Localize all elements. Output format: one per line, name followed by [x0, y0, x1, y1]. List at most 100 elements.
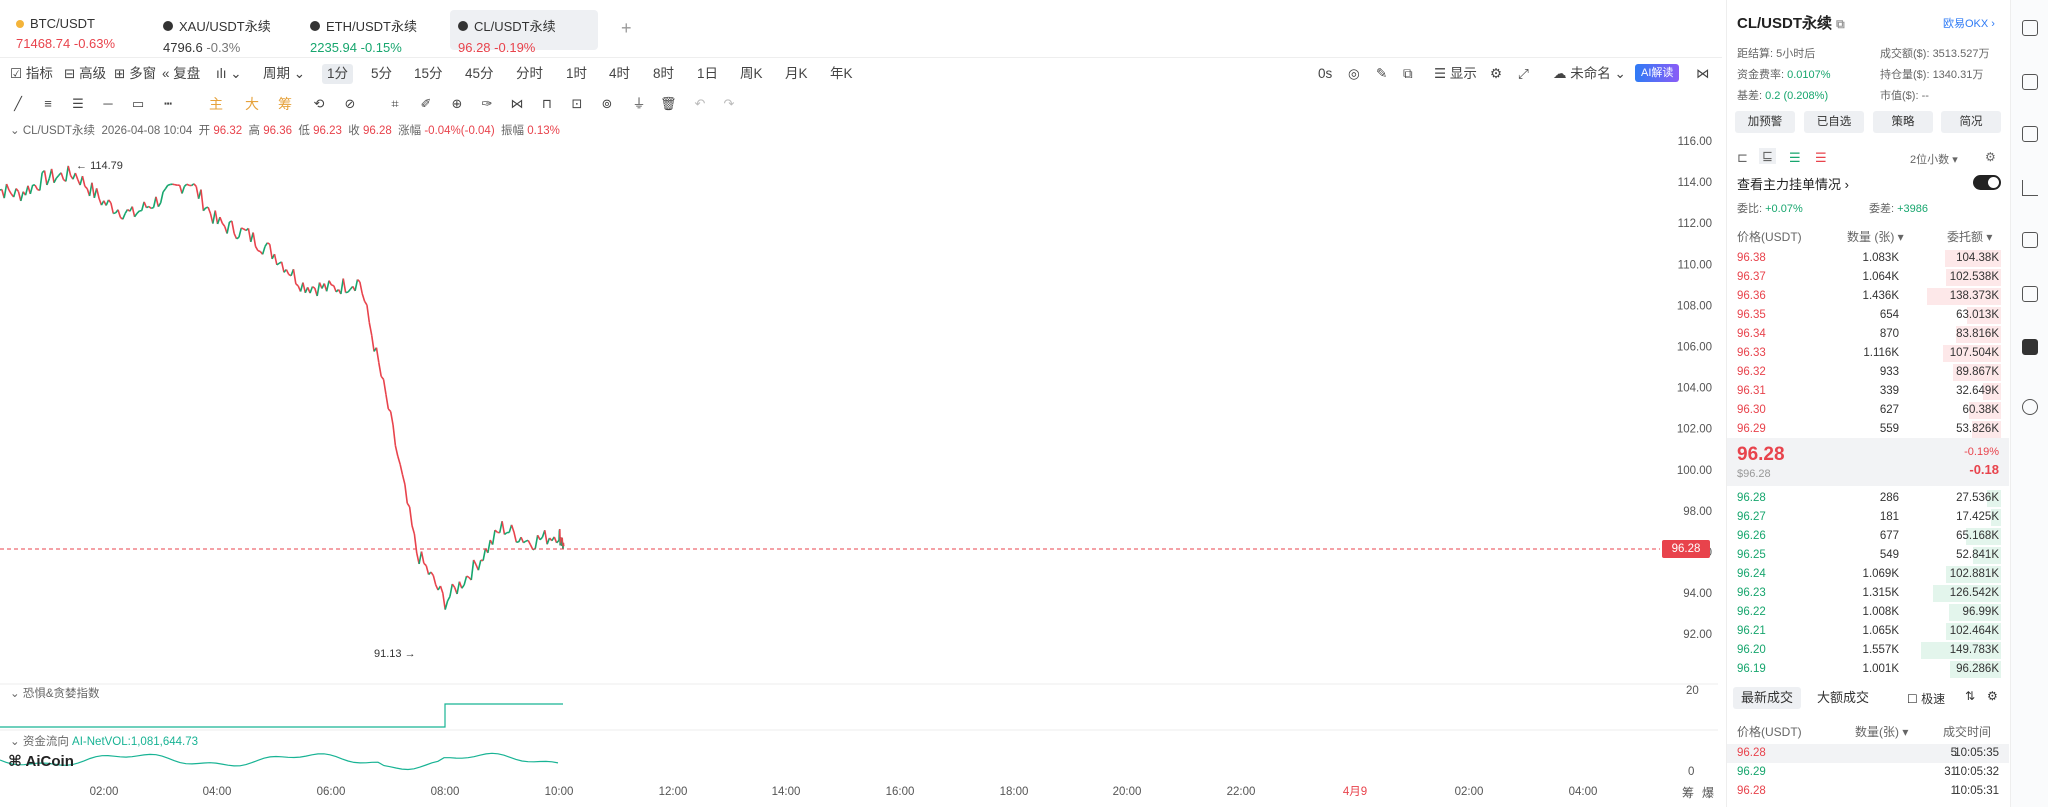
- trades-qty-header[interactable]: 数量(张) ▾: [1855, 723, 1908, 740]
- orderbook-row[interactable]: 96.35 654 63.013K: [1727, 306, 2009, 325]
- filter-icon[interactable]: ⏚: [631, 96, 647, 112]
- orderbook-row[interactable]: 96.24 1.069K 102.881K: [1727, 565, 2009, 584]
- add-alert-button[interactable]: 加预警: [1735, 111, 1795, 133]
- orderbook-row[interactable]: 96.20 1.557K 149.783K: [1727, 641, 2009, 660]
- orderbook-bids-icon[interactable]: ☰: [1789, 150, 1801, 166]
- rectangle-icon[interactable]: ▭: [130, 96, 146, 112]
- orderbook-row[interactable]: 96.34 870 83.816K: [1727, 325, 2009, 344]
- view-main-orders[interactable]: 查看主力挂单情况 ›: [1737, 174, 1849, 193]
- horizontal-lines-icon[interactable]: ☰: [70, 96, 86, 112]
- wallet-icon[interactable]: [2022, 286, 2038, 302]
- main-indicator-toggle[interactable]: 主: [208, 96, 224, 112]
- horizontal-line-icon[interactable]: ─: [100, 96, 116, 112]
- trend-line-icon[interactable]: ╱: [10, 96, 26, 112]
- orderbook-icon[interactable]: [2022, 20, 2038, 36]
- orderbook-row[interactable]: 96.21 1.065K 102.464K: [1727, 622, 2009, 641]
- orderbook-row[interactable]: 96.27 181 17.425K: [1727, 508, 2009, 527]
- orderbook-asks-icon[interactable]: ☰: [1815, 150, 1827, 166]
- interval-week[interactable]: 周K: [740, 64, 763, 84]
- pencil-icon[interactable]: ✎: [1376, 64, 1387, 84]
- orderbook-qty-header[interactable]: 数量 (张) ▾: [1847, 228, 1904, 245]
- settings-icon[interactable]: ⚙: [1987, 689, 1998, 703]
- fullscreen-icon[interactable]: ⤢: [1518, 64, 1529, 84]
- orderbook-row[interactable]: 96.36 1.436K 138.373K: [1727, 287, 2009, 306]
- copy-icon[interactable]: ⧉: [1836, 17, 1845, 31]
- price-chart[interactable]: 116.00 114.00 112.00 110.00 108.00 106.00 104.…: [0, 136, 1718, 806]
- tab-large-trades[interactable]: 大额成交: [1817, 687, 1869, 709]
- advanced-button[interactable]: ⊟ 高级: [64, 64, 106, 84]
- chart-type-button[interactable]: ılı ⌄: [216, 64, 242, 84]
- tab-xau[interactable]: XAU/USDT永续 4796.6 -0.3%: [155, 10, 295, 55]
- sort-icon[interactable]: ⇅: [1965, 689, 1975, 703]
- fast-mode-checkbox[interactable]: ☐ 极速: [1907, 690, 1945, 707]
- zoom-icon[interactable]: ⊕: [449, 96, 465, 112]
- ai-interpret-button[interactable]: AI解读: [1635, 64, 1680, 82]
- api-icon[interactable]: [2022, 399, 2038, 415]
- ruler-icon[interactable]: ✐: [418, 96, 434, 112]
- sync-icon[interactable]: ⟲: [311, 96, 327, 112]
- tab-eth[interactable]: ETH/USDT永续 2235.94 -0.15%: [302, 10, 442, 55]
- interval-15m[interactable]: 15分: [414, 64, 443, 84]
- interval-timeshare[interactable]: 分时: [516, 64, 543, 84]
- interval-1d[interactable]: 1日: [697, 64, 718, 84]
- orderbook-row[interactable]: 96.28 286 27.536K: [1727, 489, 2009, 508]
- orderbook-row[interactable]: 96.38 1.083K 104.38K: [1727, 249, 2009, 268]
- orderbook-row[interactable]: 96.32 933 89.867K: [1727, 363, 2009, 382]
- orderbook-row[interactable]: 96.22 1.008K 96.99K: [1727, 603, 2009, 622]
- interval-year[interactable]: 年K: [830, 64, 853, 84]
- overview-button[interactable]: 简况: [1941, 111, 2001, 133]
- layers-icon[interactable]: ⊚: [599, 96, 615, 112]
- orderbook-row[interactable]: 96.30 627 60.38K: [1727, 401, 2009, 420]
- chip-corner-label[interactable]: 筹: [1682, 784, 1694, 801]
- brush-icon[interactable]: ✑: [479, 96, 495, 112]
- orderbook-default-icon[interactable]: ⊑: [1759, 148, 1776, 164]
- lock-icon[interactable]: ⊓: [539, 96, 555, 112]
- camera-icon[interactable]: ◎: [1348, 64, 1360, 84]
- tab-cl[interactable]: CL/USDT永续 96.28 -0.19%: [450, 10, 598, 55]
- replay-button[interactable]: « 复盘: [162, 64, 200, 84]
- interval-5m[interactable]: 5分: [371, 64, 392, 84]
- orderbook-row[interactable]: 96.33 1.116K 107.504K: [1727, 344, 2009, 363]
- indicators-button[interactable]: ☑ 指标: [10, 64, 53, 84]
- parallel-lines-icon[interactable]: ≡: [40, 96, 56, 112]
- interval-4h[interactable]: 4时: [609, 64, 630, 84]
- orderbook-row[interactable]: 96.23 1.315K 126.542K: [1727, 584, 2009, 603]
- strategy-button[interactable]: 策略: [1873, 111, 1933, 133]
- pattern-icon[interactable]: ⋈: [509, 96, 525, 112]
- dotted-line-icon[interactable]: ┅: [160, 96, 176, 112]
- decimals-dropdown[interactable]: 2位小数 ▾: [1910, 151, 1958, 167]
- redo-icon[interactable]: ↷: [721, 96, 737, 112]
- collapse-chevron-icon[interactable]: ⌄: [10, 688, 20, 700]
- orderbook-amount-header[interactable]: 委托额 ▾: [1947, 228, 1992, 245]
- measure-icon[interactable]: ⌗: [387, 96, 403, 112]
- trend-chart-icon[interactable]: [2022, 180, 2038, 196]
- stats-icon[interactable]: [2022, 232, 2038, 248]
- layout-name-dropdown[interactable]: ☁ 未命名 ⌄: [1553, 64, 1626, 84]
- tab-btc[interactable]: BTC/USDT 71468.74 -0.63%: [8, 10, 148, 51]
- collapse-chevron-icon[interactable]: ⌄: [10, 736, 20, 748]
- dollar-icon[interactable]: [2022, 126, 2038, 142]
- chip-toggle[interactable]: 筹: [277, 96, 293, 112]
- orderbook-row[interactable]: 96.26 677 65.168K: [1727, 527, 2009, 546]
- orderbook-both-icon[interactable]: ⊏: [1737, 150, 1748, 166]
- copy-icon[interactable]: ⧉: [1403, 64, 1413, 84]
- magnet-icon[interactable]: ⊘: [342, 96, 358, 112]
- orderbook-row[interactable]: 96.37 1.064K 102.538K: [1727, 268, 2009, 287]
- interval-45m[interactable]: 45分: [465, 64, 494, 84]
- orderbook-row[interactable]: 96.19 1.001K 96.286K: [1727, 660, 2009, 679]
- burst-corner-label[interactable]: 爆: [1702, 784, 1714, 801]
- interval-1m[interactable]: 1分: [322, 64, 354, 84]
- undo-icon[interactable]: ↶: [692, 96, 708, 112]
- trash-icon[interactable]: 🗑: [660, 96, 677, 112]
- interval-month[interactable]: 月K: [785, 64, 808, 84]
- orderbook-row[interactable]: 96.31 339 32.649K: [1727, 382, 2009, 401]
- display-button[interactable]: ☰ 显示: [1434, 64, 1477, 84]
- robot-icon[interactable]: [2022, 339, 2038, 355]
- exchange-link[interactable]: 欧易OKX ›: [1943, 15, 1995, 31]
- period-dropdown[interactable]: 周期 ⌄: [263, 64, 305, 84]
- tab-latest-trades[interactable]: 最新成交: [1733, 687, 1802, 709]
- settings-icon[interactable]: ⚙: [1985, 150, 1996, 164]
- settings-icon[interactable]: ⚙: [1490, 64, 1502, 84]
- share-icon[interactable]: ⋈: [1696, 64, 1710, 84]
- interval-1h[interactable]: 1时: [566, 64, 587, 84]
